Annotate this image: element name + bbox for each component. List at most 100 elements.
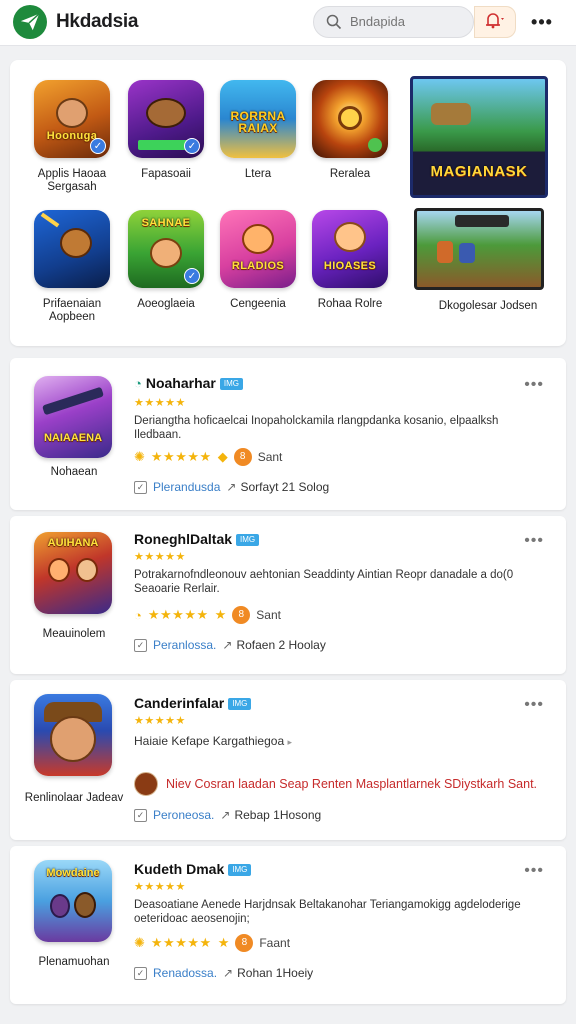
category-link[interactable]: Peroneosa. (153, 808, 214, 822)
search-box[interactable] (313, 6, 474, 38)
category-row: ✓ Renadossa. ↗ Rohan 1Hoeiy (134, 966, 313, 980)
promo-message[interactable]: Niev Cosran laadan Seap Renten Masplantl… (134, 772, 537, 796)
app-icon: SAHNAE ✓ (128, 210, 204, 288)
app-name-caption: Plenamuohan (38, 956, 110, 968)
avatar (134, 772, 158, 796)
featured-app-7[interactable]: RLADIOS Cengeenia (212, 210, 304, 311)
category-row: ✓ Peranlossa. ↗ Rofaen 2 Hoolay (134, 638, 326, 652)
arrow-icon: ↗ (220, 808, 231, 822)
category-extra: Rohan 1Hoeiy (237, 966, 314, 980)
arrow-icon: ↗ (222, 638, 233, 652)
app-title[interactable]: ◔ Noaharhar IMG (134, 375, 243, 391)
rating-text: Faant (259, 936, 291, 950)
featured-apps-panel: Hoonuga ✓ Applis Haoaa Sergasah ✓ Fapaso… (10, 60, 566, 346)
app-icon: NAIAAENA (34, 376, 112, 458)
app-title[interactable]: Kudeth Dmak IMG (134, 861, 252, 877)
app-name-caption: Nohaean (50, 466, 98, 478)
more-icon[interactable]: ••• (524, 376, 544, 394)
rating-stars: ★★★★★ (147, 607, 209, 622)
app-title[interactable]: Canderinfalar IMG (134, 695, 252, 711)
app-name-caption: Meauinolem (42, 628, 106, 640)
app-icon (34, 694, 112, 776)
star-rating: ★★★★★ (134, 881, 186, 893)
checkbox-icon[interactable]: ✓ (134, 638, 147, 652)
more-options-button[interactable]: ••• (520, 6, 564, 38)
category-link[interactable]: Peranlossa. (153, 638, 216, 652)
star-rating: ★★★★★ (134, 397, 186, 409)
caret-icon: ▸ (287, 737, 292, 747)
rating-count-badge: 8 (233, 448, 252, 466)
featured-banner-video[interactable] (414, 208, 544, 290)
app-name-caption: Renlinolaar Jadeav (24, 792, 124, 804)
check-circle-icon: ◔ (134, 607, 142, 623)
rating-text: Sant (256, 608, 281, 622)
featured-app-4[interactable]: Reralea (304, 80, 396, 181)
app-icon: Mowdaine (34, 860, 112, 942)
category-row: ✓ Plerandusda ↗ Sorfayt 21 Solog (134, 480, 329, 494)
category-row: ✓ Peroneosa. ↗ Rebap 1Hosong (134, 808, 321, 822)
app-brand: Hkdadsia (56, 11, 139, 32)
more-icon[interactable]: ••• (524, 862, 544, 880)
app-tag-badge: IMG (228, 864, 252, 876)
rating-row: ✺ ★★★★★ ★ 8 Faant (134, 934, 290, 952)
sun-icon: ✺ (134, 935, 145, 950)
app-card[interactable]: NAIAAENA Nohaean ◔ Noaharhar IMG ••• ★★★★★… (10, 358, 566, 510)
star-icon: ★ (217, 935, 230, 950)
more-icon[interactable]: ••• (524, 696, 544, 714)
paper-plane-icon[interactable] (13, 5, 47, 39)
app-tag-badge: IMG (228, 698, 252, 710)
featured-banner-game[interactable]: MAGIANASK (410, 76, 548, 198)
category-link[interactable]: Renadossa. (153, 966, 217, 980)
featured-app-6[interactable]: SAHNAE ✓ Aoeoglaeia (120, 210, 212, 311)
rating-row: ◔ ★★★★★ ★ 8 Sant (134, 606, 281, 624)
award-icon: ◆ (217, 449, 228, 464)
rating-stars: ★★★★★ (150, 935, 212, 950)
checkbox-icon[interactable]: ✓ (134, 808, 147, 822)
app-icon (312, 80, 388, 158)
app-tag-badge: IMG (219, 378, 243, 390)
category-extra: Rebap 1Hosong (234, 808, 322, 822)
app-title[interactable]: RoneghlDaltak IMG (134, 531, 260, 547)
banner-title: MAGIANASK (430, 163, 528, 180)
rating-count-badge: 8 (232, 606, 251, 624)
app-icon: RORRNA RAIAX (220, 80, 296, 158)
app-card[interactable]: Renlinolaar Jadeav Canderinfalar IMG ••• … (10, 680, 566, 840)
checkbox-icon[interactable]: ✓ (134, 966, 147, 980)
app-icon: ✓ (128, 80, 204, 158)
verified-check-icon: ✓ (90, 138, 106, 154)
app-icon: RLADIOS (220, 210, 296, 288)
featured-app-3[interactable]: RORRNA RAIAX Ltera (212, 80, 304, 181)
category-extra: Rofaen 2 Hoolay (236, 638, 326, 652)
checkbox-icon[interactable]: ✓ (134, 480, 147, 494)
featured-app-1[interactable]: Hoonuga ✓ Applis Haoaa Sergasah (26, 80, 118, 194)
category-extra: Sorfayt 21 Solog (240, 480, 330, 494)
bell-icon (484, 11, 506, 34)
app-icon: AUIHANA (34, 532, 112, 614)
banner-caption: Dkogolesar Jodsen (438, 300, 538, 312)
arrow-icon: ↗ (226, 480, 237, 494)
app-icon: Hoonuga ✓ (34, 80, 110, 158)
app-card[interactable]: AUIHANA Meauinolem RoneghlDaltak IMG ••• … (10, 516, 566, 674)
app-description: Potrakarnofndleonouv aehtonian Seaddinty… (134, 569, 514, 595)
more-icon[interactable]: ••• (524, 532, 544, 550)
app-description: Deriangtha hoficaelcai Inopaholckamila r… (134, 415, 499, 441)
rating-text: Sant (257, 450, 283, 464)
featured-app-8[interactable]: HIOASES Rohaa Rolre (304, 210, 396, 311)
sun-icon: ✺ (134, 449, 145, 464)
app-card[interactable]: Mowdaine Plenamuohan Kudeth Dmak IMG ••• … (10, 846, 566, 1004)
rating-count-badge: 8 (235, 934, 254, 952)
featured-app-2[interactable]: ✓ Fapasoaii (120, 80, 212, 181)
verified-icon: ◔ (134, 376, 142, 391)
arrow-icon: ↗ (223, 966, 234, 980)
search-input[interactable] (350, 14, 460, 29)
notifications-button[interactable] (474, 6, 516, 38)
category-link[interactable]: Plerandusda (153, 480, 220, 494)
featured-app-5[interactable]: Prifaenaian Aopbeen (26, 210, 118, 324)
star-rating: ★★★★★ (134, 715, 186, 727)
app-icon: HIOASES (312, 210, 388, 288)
app-description: Haiaie Kefape Kargathiegoa ▸ (134, 734, 292, 748)
app-description: Deasoatiane Aenede Harjdnsak Beltakanoha… (134, 899, 521, 925)
rating-row: ✺ ★★★★★ ◆ 8 Sant (134, 448, 282, 466)
verified-check-icon: ✓ (184, 268, 200, 284)
rating-stars: ★★★★★ (150, 449, 212, 464)
